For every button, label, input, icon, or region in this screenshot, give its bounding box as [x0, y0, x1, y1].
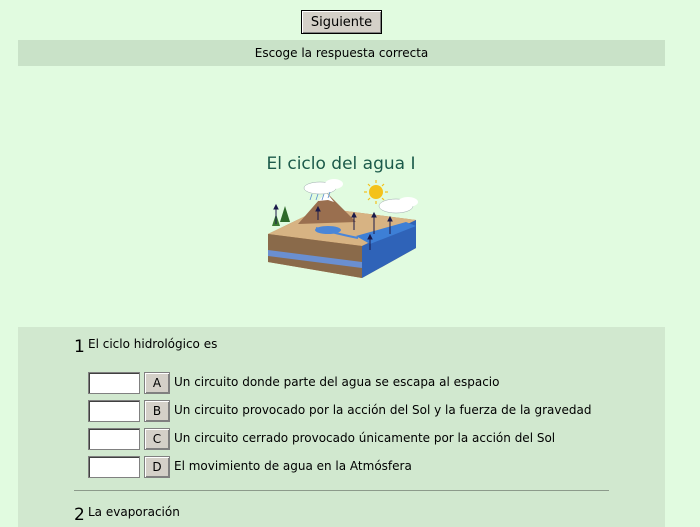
answer-input-d[interactable]	[88, 456, 140, 478]
answer-text-b: Un circuito provocado por la acción del …	[174, 403, 592, 417]
answer-input-a[interactable]	[88, 372, 140, 394]
cloud-icon	[325, 179, 343, 189]
question-text: El ciclo hidrológico es	[88, 337, 218, 351]
tree-icon	[280, 206, 290, 222]
cloud-icon	[398, 197, 418, 207]
answer-text-a: Un circuito donde parte del agua se esca…	[174, 375, 500, 389]
answer-text-c: Un circuito cerrado provocado únicamente…	[174, 431, 556, 445]
answer-letter-a[interactable]: A	[144, 372, 170, 394]
instruction-bar: Escoge la respuesta correcta	[18, 40, 665, 66]
question-number: 2	[74, 505, 85, 525]
answer-input-c[interactable]	[88, 428, 140, 450]
answer-letter-b[interactable]: B	[144, 400, 170, 422]
page-title: El ciclo del agua I	[266, 154, 416, 174]
answer-letter-c[interactable]: C	[144, 428, 170, 450]
instruction-text: Escoge la respuesta correcta	[254, 46, 429, 60]
question-number: 1	[74, 337, 85, 357]
answer-letter-d[interactable]: D	[144, 456, 170, 478]
answer-input-b[interactable]	[88, 400, 140, 422]
question-text: La evaporación	[88, 505, 180, 519]
answer-text-d: El movimiento de agua en la Atmósfera	[174, 459, 412, 473]
question-divider	[74, 490, 609, 491]
water-cycle-diagram	[268, 179, 418, 278]
quiz-panel: 1 El ciclo hidrológico es A Un circuito …	[18, 327, 665, 527]
sun-icon	[369, 185, 383, 199]
next-button[interactable]: Siguiente	[301, 10, 382, 34]
